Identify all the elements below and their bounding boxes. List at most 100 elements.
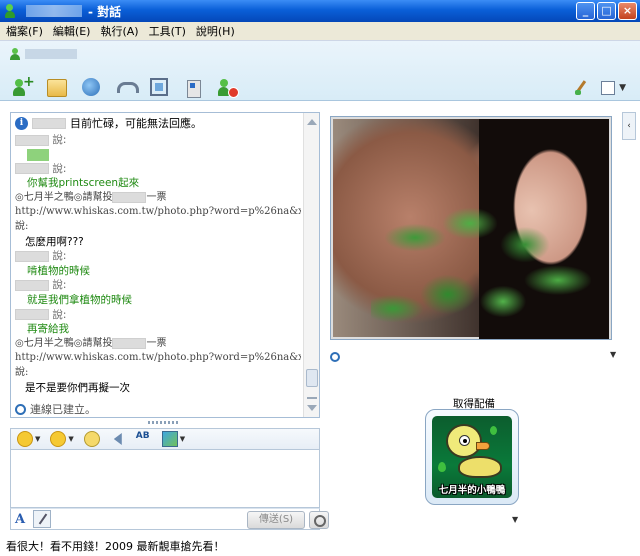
minimize-button[interactable]: _ — [576, 2, 595, 20]
conversation-header: ▼ — [0, 41, 640, 101]
search-icon[interactable] — [309, 511, 329, 529]
chat-scrollbar[interactable] — [303, 113, 319, 417]
message-sender-url[interactable]: http://www.whiskas.com.tw/photo.php?word… — [15, 351, 301, 366]
layout-icon[interactable] — [601, 81, 616, 95]
message-sender-said: 說: — [15, 366, 29, 378]
message-sender-line: 說: — [15, 308, 301, 323]
menu-edit[interactable]: 編輯(E) — [53, 23, 91, 39]
message-text: 再寄給我 — [27, 323, 69, 336]
font-icon[interactable]: AB — [136, 431, 152, 447]
close-button[interactable]: × — [618, 2, 637, 20]
handwriting-icon[interactable] — [33, 510, 51, 528]
webcam-view — [330, 116, 612, 340]
display-picture: 七月半的小鴨鴨 — [432, 416, 512, 498]
message-sender-line: 說: — [15, 162, 301, 177]
contact-name-redacted — [15, 309, 49, 321]
connection-status: 連線已建立。 — [15, 401, 96, 417]
message-list: 說: 說: 你幫我printscreen起來 ◎七月半之鴨◎請幫投 一票 http… — [15, 133, 301, 395]
video-call-icon[interactable] — [82, 78, 100, 96]
info-icon: i — [15, 116, 28, 130]
chevron-down-icon[interactable]: ▼ — [619, 83, 626, 93]
message-text: 就是我們拿植物的時候 — [27, 293, 132, 306]
message-text: 啃植物的時候 — [27, 264, 90, 277]
webcam-image-plant — [371, 195, 591, 337]
scroll-up-icon[interactable] — [307, 119, 317, 125]
status-notice: i 目前忙碌，可能無法回應。 — [15, 115, 202, 131]
message-sender-line: 說: — [15, 278, 301, 293]
wink-icon[interactable] — [50, 431, 67, 447]
chat-history[interactable]: i 目前忙碌，可能無法回應。 說: 說: 你幫我printscreen起來 ◎七… — [10, 112, 320, 418]
status-message: 目前忙碌，可能無法回應。 — [70, 117, 202, 130]
invite-contact-icon[interactable] — [12, 74, 35, 98]
side-panel-toggle[interactable]: ‹ — [622, 112, 636, 140]
leaf-drop-icon — [490, 426, 497, 435]
contact-name-redacted — [15, 134, 49, 146]
contact-name-redacted — [25, 49, 77, 59]
voice-clip-icon[interactable] — [83, 431, 100, 447]
theme-brush-icon[interactable] — [573, 80, 589, 96]
chevron-down-icon[interactable]: ▼ — [180, 435, 185, 443]
message-sender-line: 說: — [15, 249, 301, 264]
block-contact-icon[interactable] — [218, 78, 239, 98]
message-sender-said: 說: — [15, 220, 29, 232]
window-title: - 對話 — [88, 4, 122, 19]
menu-actions[interactable]: 執行(A) — [100, 23, 138, 39]
message-sender-line: ◎七月半之鴨◎請幫投 一票 — [15, 191, 167, 203]
scroll-end-icon[interactable] — [307, 397, 317, 399]
emoticon-icon[interactable] — [17, 431, 33, 447]
window-controls: _ □ × — [576, 2, 637, 20]
contact-name-redacted — [15, 163, 49, 175]
resize-handle[interactable] — [148, 421, 178, 424]
compose-toolbar: ▼ ▼ AB ▼ — [10, 428, 320, 450]
connection-text: 連線已建立。 — [30, 403, 96, 416]
duck-body — [458, 456, 502, 478]
webcam-status-icon — [330, 352, 340, 362]
message-sender-url[interactable]: http://www.whiskas.com.tw/photo.php?word… — [15, 205, 301, 220]
connection-icon — [15, 403, 26, 415]
games-icon[interactable] — [183, 78, 203, 98]
message-text: 怎麼用啊??? — [25, 235, 84, 248]
chevron-down-icon[interactable]: ▼ — [35, 435, 40, 443]
voice-call-icon[interactable] — [115, 78, 139, 98]
menu-tools[interactable]: 工具(T) — [149, 23, 186, 39]
display-picture-caption: 七月半的小鴨鴨 — [438, 485, 506, 496]
message-sender-line: 說: — [15, 133, 301, 148]
contact-name-redacted — [112, 337, 147, 349]
message-redacted-block — [27, 148, 49, 161]
message-input[interactable] — [10, 450, 320, 508]
message-text: 你幫我printscreen起來 — [27, 177, 140, 190]
message-sender-line: ◎七月半之鴨◎請幫投 一票 — [15, 337, 167, 349]
background-icon[interactable] — [161, 431, 178, 447]
chevron-down-icon[interactable]: ▼ — [610, 350, 616, 359]
messenger-buddy-icon — [4, 3, 20, 19]
menu-help[interactable]: 說明(H) — [196, 23, 235, 39]
title-bar: - 對話 _ □ × — [0, 0, 640, 22]
nudge-icon[interactable] — [110, 431, 126, 447]
leaf-drop-icon — [438, 462, 446, 472]
send-button[interactable]: 傳送(S) — [247, 511, 305, 529]
scroll-down-icon[interactable] — [307, 405, 317, 411]
chevron-down-icon[interactable]: ▼ — [512, 515, 518, 524]
contact-status-icon — [9, 48, 21, 60]
contact-name-redacted — [32, 117, 66, 129]
font-color-icon[interactable]: A — [15, 512, 25, 527]
duck-eye — [459, 435, 470, 446]
activities-icon[interactable] — [150, 78, 168, 96]
menu-file[interactable]: 檔案(F) — [6, 23, 43, 39]
share-files-icon[interactable] — [47, 79, 67, 97]
contact-name-redacted — [15, 250, 49, 262]
contact-name-redacted — [112, 191, 147, 203]
maximize-button[interactable]: □ — [597, 2, 616, 20]
message-text: 是不是要你們再擬一次 — [25, 381, 130, 394]
scroll-thumb[interactable] — [306, 369, 318, 387]
display-picture-frame[interactable]: 七月半的小鴨鴨 — [425, 409, 519, 505]
menu-bar: 檔案(F) 編輯(E) 執行(A) 工具(T) 說明(H) — [0, 22, 640, 41]
main-toolbar — [12, 74, 239, 98]
contact-name-redacted — [26, 5, 82, 17]
toolbar-right: ▼ — [573, 80, 626, 96]
ad-banner-text[interactable]: 看很大！看不用錢！2009 最新靚車搶先看！ — [6, 538, 225, 554]
compose-bottom-bar: A 傳送(S) — [10, 508, 329, 530]
duck-head — [446, 424, 482, 458]
duck-beak — [476, 442, 490, 450]
chevron-down-icon[interactable]: ▼ — [68, 435, 73, 443]
